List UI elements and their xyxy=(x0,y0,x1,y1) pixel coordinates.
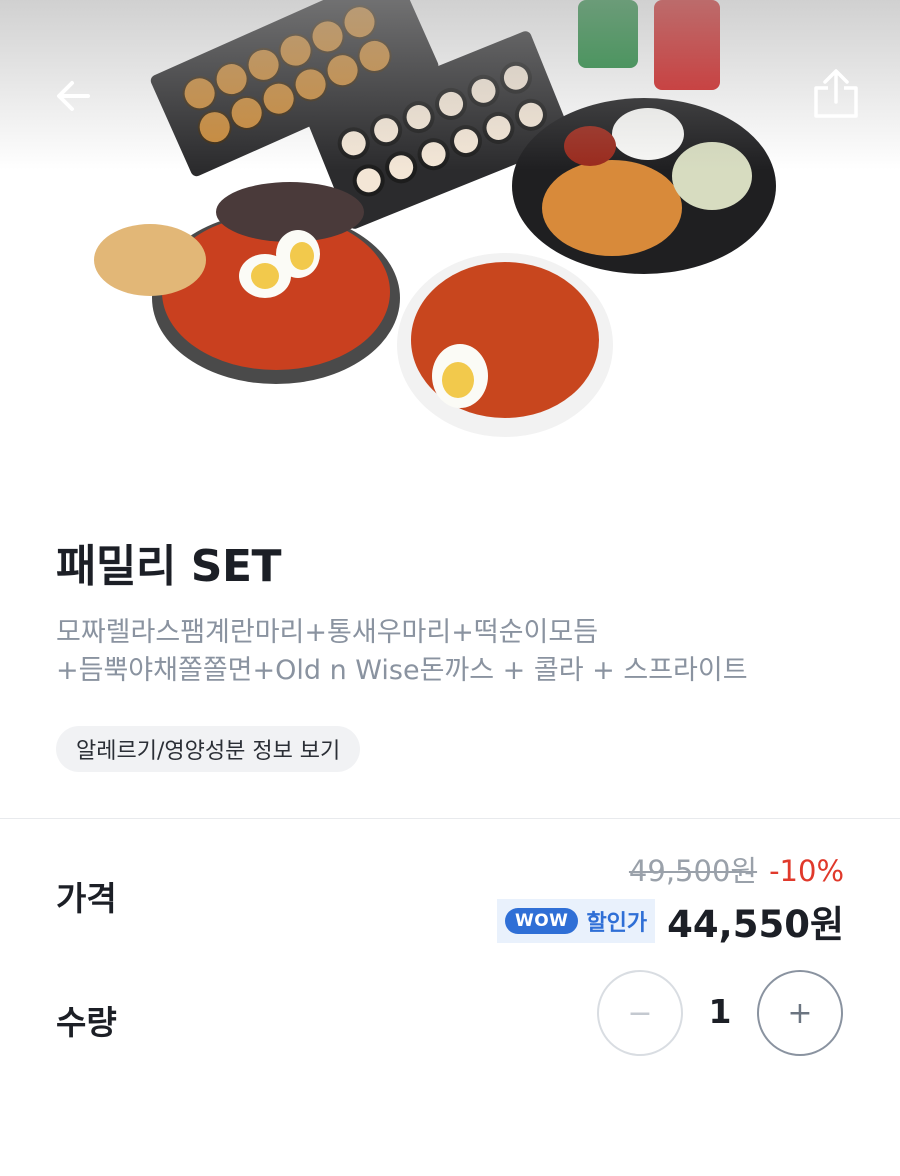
product-description: 모짜렐라스팸계란마리+통새우마리+떡순이모듬 +듬뿍야채쫄쫄면+Old n Wi… xyxy=(56,614,856,690)
quantity-value: 1 xyxy=(708,992,732,1031)
description-line-2: +듬뿍야채쫄쫄면+Old n Wise돈까스 + 콜라 + 스프라이트 xyxy=(56,655,748,686)
quantity-label: 수량 xyxy=(56,1003,117,1042)
wow-price-row: WOW 할인가 44,550원 xyxy=(496,894,844,948)
share-icon[interactable] xyxy=(808,66,864,122)
plus-icon: + xyxy=(787,995,813,1031)
product-image xyxy=(0,0,900,470)
minus-icon: − xyxy=(627,995,653,1031)
original-price-row: 49,500원 -10% xyxy=(629,848,844,890)
section-divider xyxy=(0,818,900,819)
wow-discount-label: 할인가 xyxy=(586,911,648,936)
discount-rate: -10% xyxy=(769,854,844,888)
wow-discount-badge: WOW 할인가 xyxy=(496,899,656,943)
product-title: 패밀리 SET xyxy=(56,541,282,592)
original-price: 49,500원 xyxy=(628,854,758,888)
wow-pill: WOW xyxy=(504,908,579,934)
quantity-decrease-button[interactable]: − xyxy=(597,970,683,1056)
price-label: 가격 xyxy=(56,879,117,918)
quantity-increase-button[interactable]: + xyxy=(757,970,843,1056)
arrow-left-icon[interactable] xyxy=(50,72,98,120)
allergy-info-button[interactable]: 알레르기/영양성분 정보 보기 xyxy=(56,726,361,772)
hero-gradient-overlay xyxy=(0,0,900,170)
description-line-1: 모짜렐라스팸계란마리+통새우마리+떡순이모듬 xyxy=(56,617,599,648)
final-price: 44,550원 xyxy=(667,903,844,946)
